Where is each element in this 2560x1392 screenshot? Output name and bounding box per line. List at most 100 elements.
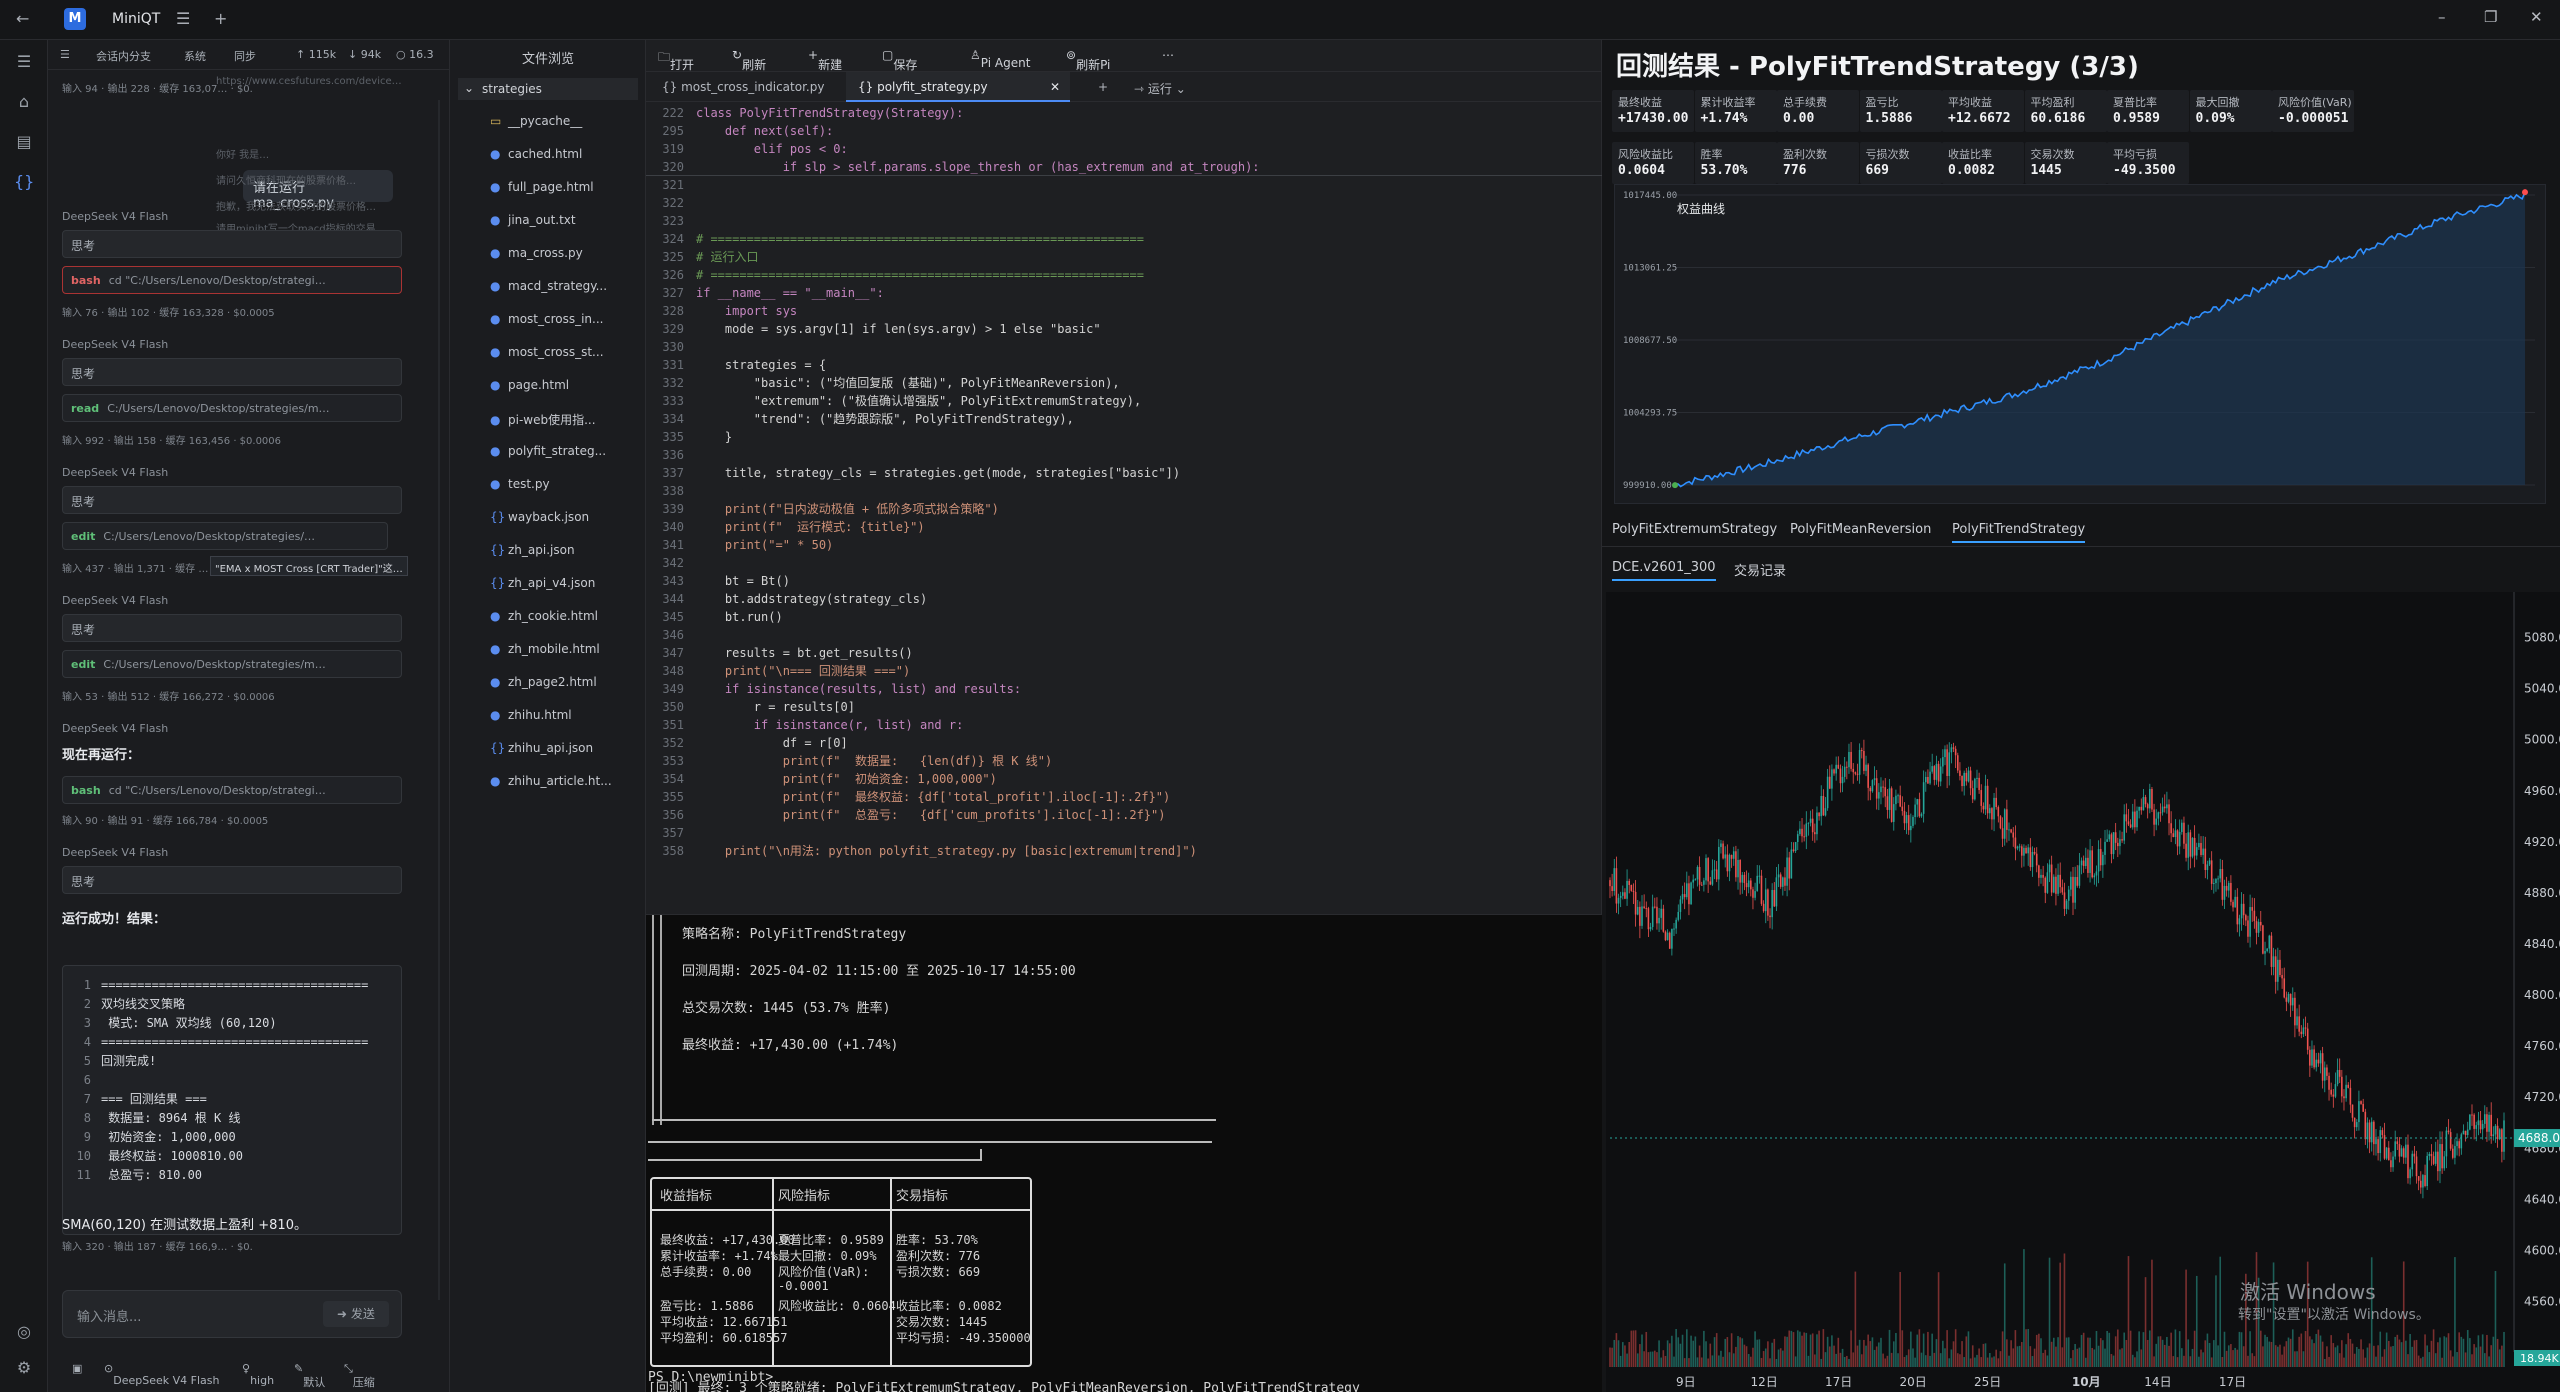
think-toggle[interactable]: 思考 [62, 614, 402, 642]
candle-body [2215, 879, 2217, 884]
close-button[interactable]: ✕ [2530, 8, 2543, 26]
message-input[interactable]: 输入消息... ➜ 发送 [62, 1290, 402, 1338]
volume-bar [2268, 1341, 2271, 1367]
file-item[interactable]: ● zh_page2.html [490, 675, 640, 689]
save-button[interactable]: ▢ 保存 [882, 48, 917, 72]
candle-body [1645, 908, 1648, 910]
tab-extremum-strategy[interactable]: PolyFitExtremumStrategy [1612, 518, 1777, 541]
file-item[interactable]: ▭ __pycache__ [490, 114, 640, 128]
file-item[interactable]: ● zhihu_article.ht... [490, 774, 640, 788]
image-icon[interactable]: ▣ [72, 1362, 82, 1375]
file-item[interactable]: ● macd_strategy... [490, 279, 640, 293]
file-item[interactable]: {} zh_api.json [490, 543, 640, 557]
menu-icon[interactable]: ☰ [14, 52, 34, 72]
file-item[interactable]: ● full_page.html [490, 180, 640, 194]
maximize-button[interactable]: ❐ [2484, 8, 2497, 26]
tab-kline-data[interactable]: DCE.v2601_300 [1612, 556, 1716, 581]
more-icon[interactable]: ⋯ [1162, 48, 1174, 62]
system-button[interactable]: 系统 [184, 48, 206, 64]
file-item[interactable]: {} zh_api_v4.json [490, 576, 640, 590]
tool-call-edit[interactable]: edit C:/Users/Lenovo/Desktop/strategies/m… [62, 650, 402, 678]
file-item[interactable]: ● zh_cookie.html [490, 609, 640, 623]
chat-scrollbar[interactable] [438, 100, 440, 1300]
line-text: bt = Bt() [696, 574, 790, 588]
branch-button[interactable]: 会话内分支 [96, 48, 151, 64]
file-item[interactable]: {} wayback.json [490, 510, 640, 524]
minimize-button[interactable]: – [2438, 8, 2446, 26]
file-item[interactable]: ● pi-web使用指... [490, 411, 640, 428]
tool-call-read[interactable]: read C:/Users/Lenovo/Desktop/strategies/m… [62, 394, 402, 422]
code-line: 最终权益: 1000810.00 [101, 1149, 243, 1163]
candle-body [2375, 1139, 2377, 1145]
terminal-prompt[interactable]: PS D:\newminibt> [648, 1370, 773, 1385]
close-tab-icon[interactable]: ✕ [1050, 80, 1060, 94]
globe-icon[interactable]: ◎ [14, 1322, 34, 1342]
new-button[interactable]: + 新建 [808, 48, 842, 72]
home-icon[interactable]: ⌂ [14, 92, 34, 112]
file-item[interactable]: ● most_cross_st... [490, 345, 640, 359]
tab-mean-reversion[interactable]: PolyFitMeanReversion [1790, 518, 1931, 541]
file-item[interactable]: ● zhihu.html [490, 708, 640, 722]
think-toggle[interactable]: 思考 [62, 486, 402, 514]
file-label: zhihu.html [508, 708, 572, 722]
refresh-pi-button[interactable]: ⊚ 刷新Pi [1066, 48, 1110, 72]
terminal[interactable]: 策略名称: PolyFitTrendStrategy 回测周期: 2025-04… [646, 914, 1602, 1392]
file-item[interactable]: ● page.html [490, 378, 640, 392]
volume-bar [2149, 1330, 2151, 1367]
file-item[interactable]: ● most_cross_in... [490, 312, 640, 326]
think-toggle[interactable]: 思考 [62, 230, 402, 258]
mode-selector[interactable]: ✎ 默认 [294, 1362, 325, 1389]
file-item[interactable]: ● cached.html [490, 147, 640, 161]
code-area[interactable]: 222 class PolyFitTrendStrategy(Strategy):… [646, 104, 1602, 914]
data-tabs: DCE.v2601_300 交易记录 [1612, 556, 2552, 583]
back-icon[interactable]: ← [16, 9, 29, 28]
sync-button[interactable]: 同步 [234, 48, 256, 64]
tool-call-edit[interactable]: edit C:/Users/Lenovo/Desktop/strategies/… [62, 522, 388, 550]
candle-body [2323, 1067, 2326, 1081]
metric-value: 60.6186 [2030, 111, 2086, 126]
file-item[interactable]: ● zh_mobile.html [490, 642, 640, 656]
document-icon[interactable]: ▤ [14, 132, 34, 152]
tab-trend-strategy[interactable]: PolyFitTrendStrategy [1952, 518, 2086, 543]
menu-icon[interactable]: ☰ [176, 9, 190, 28]
kline-chart[interactable]: 5080.00 5040.00 5000.00 4960.00 4920.00 4880.… [1606, 592, 2560, 1392]
think-toggle[interactable]: 思考 [62, 358, 402, 386]
tab-trade-records[interactable]: 交易记录 [1734, 556, 1786, 583]
tool-call-bash[interactable]: bash cd "C:/Users/Lenovo/Desktop/strategi… [62, 776, 402, 804]
candle-body [1839, 768, 1842, 784]
file-item[interactable]: ● polyfit_strateg... [490, 444, 640, 458]
effort-selector[interactable]: ♀ high [242, 1362, 274, 1387]
code-line: 总盈亏: 810.00 [101, 1168, 203, 1182]
file-item[interactable]: ● ma_cross.py [490, 246, 640, 260]
model-selector[interactable]: ⊙ DeepSeek V4 Flash [104, 1362, 219, 1387]
chat-panel: ☰ 会话内分支 系统 同步 ↑ 115k ↓ 94k ○ 16.3 输入 94 … [48, 40, 450, 1392]
compress-button[interactable]: ⤡ 压缩 [344, 1362, 375, 1389]
candle-body [1974, 778, 1976, 800]
tab-polyfit-strategy[interactable]: {} polyfit_strategy.py ✕ [846, 72, 1070, 102]
folder-strategies[interactable]: ⌄ strategies [458, 78, 638, 100]
volume-bar [1905, 1355, 1908, 1367]
think-toggle[interactable]: 思考 [62, 866, 402, 894]
volume-bar [2349, 1338, 2352, 1367]
volume-bar [2157, 1336, 2160, 1367]
pi-agent-button[interactable]: ♙ Pi Agent [970, 48, 1030, 70]
tab-most-cross-indicator[interactable]: {} most_cross_indicator.py [650, 72, 836, 102]
candle-body [2319, 1053, 2322, 1064]
volume-bar [2449, 1350, 2452, 1367]
tool-call-bash[interactable]: bash cd "C:/Users/Lenovo/Desktop/strategi… [62, 266, 402, 294]
refresh-button[interactable]: ↻ 刷新 [732, 48, 766, 72]
run-button[interactable]: ⇾ 运行 ⌄ [1122, 72, 1198, 102]
table-cell: -0.0001 [778, 1279, 829, 1293]
open-button[interactable]: 🗀 打开 [658, 48, 694, 72]
add-tab-icon[interactable]: + [214, 9, 227, 28]
candle-body [2006, 809, 2008, 830]
file-item[interactable]: ● jina_out.txt [490, 213, 640, 227]
code-icon[interactable]: {} [14, 172, 34, 192]
add-tab-icon[interactable]: + [1086, 72, 1120, 102]
chat-menu-icon[interactable]: ☰ [60, 48, 70, 61]
settings-icon[interactable]: ⚙ [14, 1358, 34, 1378]
file-label: most_cross_st... [508, 345, 604, 359]
file-item[interactable]: ● test.py [490, 477, 640, 491]
send-button[interactable]: ➜ 发送 [323, 1301, 389, 1327]
file-item[interactable]: {} zhihu_api.json [490, 741, 640, 755]
